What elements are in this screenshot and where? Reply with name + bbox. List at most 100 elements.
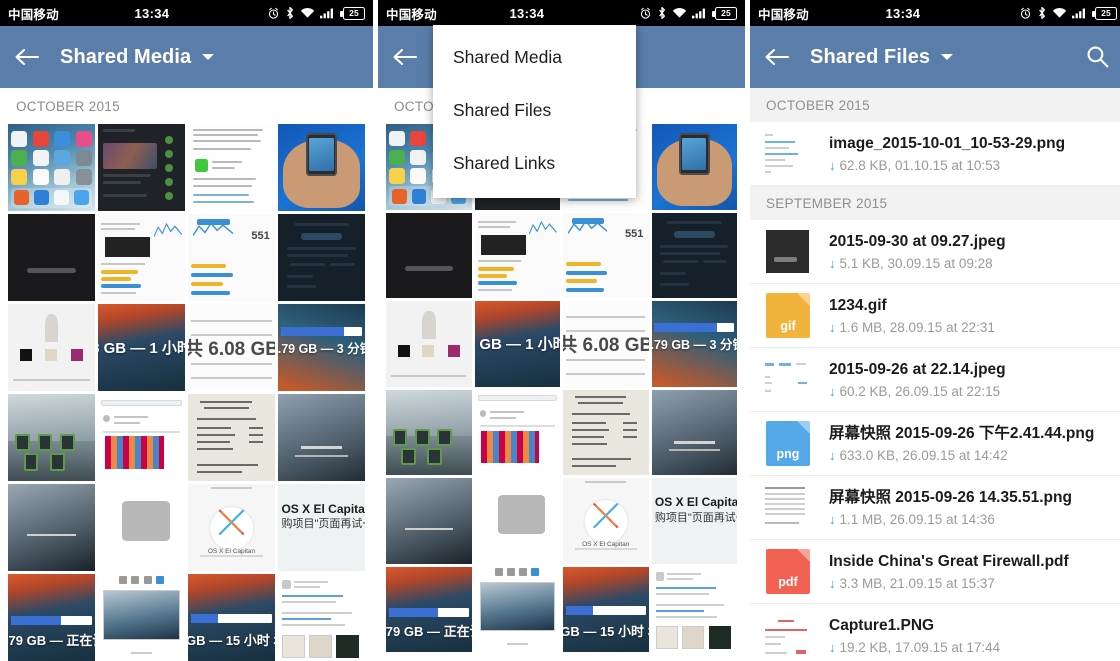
menu-item-shared-files[interactable]: Shared Files <box>433 84 636 137</box>
file-name: Capture1.PNG <box>829 617 935 635</box>
battery-level: 25 <box>721 8 731 18</box>
file-thumbnail: pdf <box>762 548 815 595</box>
media-thumb[interactable]: OS X El Capitan"失败 购项目"页面再试一次。 <box>651 478 737 564</box>
battery-icon: 25 <box>712 6 737 20</box>
file-meta-text: 60.2 KB, 26.09.15 at 22:15 <box>839 383 1001 399</box>
media-thumb[interactable] <box>98 484 185 571</box>
media-thumb[interactable] <box>386 212 472 298</box>
search-icon[interactable] <box>1085 44 1111 70</box>
media-thumb[interactable] <box>8 304 95 391</box>
media-thumb[interactable] <box>474 389 560 475</box>
file-row[interactable]: 屏幕快照 2015-09-26 14.35.51.png ↓ 1.1 MB, 2… <box>750 476 1120 540</box>
media-thumb[interactable] <box>8 124 95 211</box>
menu-item-shared-media[interactable]: Shared Media <box>433 31 636 84</box>
wifi-icon <box>672 7 687 18</box>
media-thumb[interactable]: 8 GB — 1 小时 <box>474 301 560 387</box>
alarm-icon <box>268 7 279 19</box>
media-thumb[interactable]: 8 GB — 15 小时 34 <box>188 574 275 661</box>
alarm-icon <box>640 7 651 19</box>
media-thumb[interactable] <box>98 214 185 301</box>
file-row[interactable]: 2015-09-26 at 22.14.jpeg ↓ 60.2 KB, 26.0… <box>750 348 1120 412</box>
media-thumb[interactable]: 551 <box>188 214 275 301</box>
file-info: Capture1.PNG ↓ 19.2 KB, 17.09.15 at 17:4… <box>829 616 1111 654</box>
media-thumb[interactable] <box>98 574 185 661</box>
file-row[interactable]: pdf Inside China's Great Firewall.pdf ↓ … <box>750 540 1120 604</box>
media-thumb[interactable] <box>651 212 737 298</box>
status-icons: 25 <box>267 6 365 20</box>
media-thumb[interactable] <box>278 394 365 481</box>
download-arrow-icon: ↓ <box>829 639 836 655</box>
media-thumb[interactable]: 551 <box>563 212 649 298</box>
panel-shared-media: 中国移动 13:34 25 Shared Media OCTOBER 2015 … <box>0 0 373 661</box>
file-info: Inside China's Great Firewall.pdf ↓ 3.3 … <box>829 552 1111 590</box>
chevron-down-icon[interactable] <box>202 54 215 60</box>
media-overlay-text: 共 6.08 GB <box>563 335 649 357</box>
media-thumb[interactable]: OS X El Capitan"失败 购项目"页面再试一次。 <box>278 484 365 571</box>
media-thumb[interactable] <box>98 394 185 481</box>
battery-icon: 25 <box>340 6 365 20</box>
media-thumb[interactable]: OS X El Capitan <box>563 478 649 564</box>
file-name: 屏幕快照 2015-09-26 下午2.41.44.png <box>829 425 1095 443</box>
media-thumb[interactable]: 1.79 GB — 3 分钟 <box>651 301 737 387</box>
back-arrow-icon[interactable] <box>392 47 434 67</box>
media-thumb[interactable] <box>278 124 365 211</box>
status-bar: 中国移动 13:34 25 <box>378 0 745 26</box>
file-thumbnail <box>762 130 815 177</box>
chevron-down-icon[interactable] <box>941 54 954 60</box>
file-row[interactable]: image_2015-10-01_10-53-29.png ↓ 62.8 KB,… <box>750 122 1120 186</box>
file-row[interactable]: Capture1.PNG ↓ 19.2 KB, 17.09.15 at 17:4… <box>750 604 1120 661</box>
file-row[interactable]: gif 1234.gif ↓ 1.6 MB, 28.09.15 at 22:31 <box>750 284 1120 348</box>
file-thumbnail <box>762 228 815 275</box>
file-row[interactable]: png 屏幕快照 2015-09-26 下午2.41.44.png ↓ 633.… <box>750 412 1120 476</box>
bluetooth-icon <box>1039 6 1045 20</box>
file-meta-text: 62.8 KB, 01.10.15 at 10:53 <box>839 157 1001 173</box>
media-thumb[interactable]: 8 GB — 1 小时 <box>98 304 185 391</box>
panel-dropdown-open: 中国移动 13:34 25 OCTOBER 551 GB — 1 小 共 6.0… <box>378 0 745 661</box>
page-title[interactable]: Shared Media <box>60 46 215 69</box>
back-arrow-icon[interactable] <box>764 47 806 67</box>
media-thumb[interactable] <box>8 214 95 301</box>
media-thumb[interactable] <box>188 124 275 211</box>
file-meta-text: 19.2 KB, 17.09.15 at 17:44 <box>839 639 1001 655</box>
alarm-icon <box>1020 7 1031 19</box>
media-thumb[interactable] <box>278 214 365 301</box>
media-thumb[interactable] <box>651 124 737 210</box>
media-thumb[interactable] <box>8 394 95 481</box>
media-thumb[interactable]: 共 6.08 GB <box>188 304 275 391</box>
media-thumb[interactable] <box>651 389 737 475</box>
download-arrow-icon: ↓ <box>829 383 836 399</box>
media-thumb[interactable] <box>386 478 472 564</box>
media-thumb[interactable] <box>563 389 649 475</box>
media-overlay-text: 1.79 GB — 正在计 <box>8 632 95 648</box>
media-thumb[interactable]: 1.79 GB — 正在计 <box>8 574 95 661</box>
file-row[interactable]: 2015-09-30 at 09.27.jpeg ↓ 5.1 KB, 30.09… <box>750 220 1120 284</box>
shared-content-dropdown-menu[interactable]: Shared Media Shared Files Shared Links <box>433 25 636 198</box>
media-thumb[interactable]: 1.79 GB — 3 分钟 <box>278 304 365 391</box>
file-meta: ↓ 62.8 KB, 01.10.15 at 10:53 <box>829 158 1111 173</box>
back-arrow-icon[interactable] <box>14 47 56 67</box>
media-thumb[interactable]: 1.79 GB — 正在计 <box>386 566 472 652</box>
media-thumb[interactable] <box>474 212 560 298</box>
media-thumb[interactable] <box>98 124 185 211</box>
file-info: 屏幕快照 2015-09-26 14.35.51.png ↓ 1.1 MB, 2… <box>829 488 1111 526</box>
media-overlay-text: 购项目"页面再试一次。 <box>654 511 737 524</box>
file-name: 2015-09-30 at 09.27.jpeg <box>829 233 1006 251</box>
signal-icon <box>692 8 705 19</box>
media-thumb[interactable] <box>386 389 472 475</box>
menu-item-shared-links[interactable]: Shared Links <box>433 137 636 190</box>
media-thumb[interactable] <box>386 301 472 387</box>
media-thumb[interactable]: OS X El Capitan <box>188 484 275 571</box>
media-thumb[interactable] <box>474 478 560 564</box>
download-arrow-icon: ↓ <box>829 157 836 173</box>
media-thumb[interactable] <box>474 566 560 652</box>
media-thumb[interactable] <box>651 566 737 652</box>
media-thumb[interactable] <box>188 394 275 481</box>
panel-shared-files: 中国移动 13:34 25 Shared Files OCTOBER 2015 … <box>750 0 1120 661</box>
media-thumb[interactable]: 8 GB — 15 小时 34 <box>563 566 649 652</box>
page-title[interactable]: Shared Files <box>810 46 954 69</box>
media-thumb[interactable] <box>8 484 95 571</box>
media-overlay-text: 8 GB — 15 小时 34 <box>563 624 649 640</box>
media-thumb[interactable] <box>278 574 365 661</box>
file-meta: ↓ 633.0 KB, 26.09.15 at 14:42 <box>829 448 1111 463</box>
media-thumb[interactable]: 共 6.08 GB <box>563 301 649 387</box>
